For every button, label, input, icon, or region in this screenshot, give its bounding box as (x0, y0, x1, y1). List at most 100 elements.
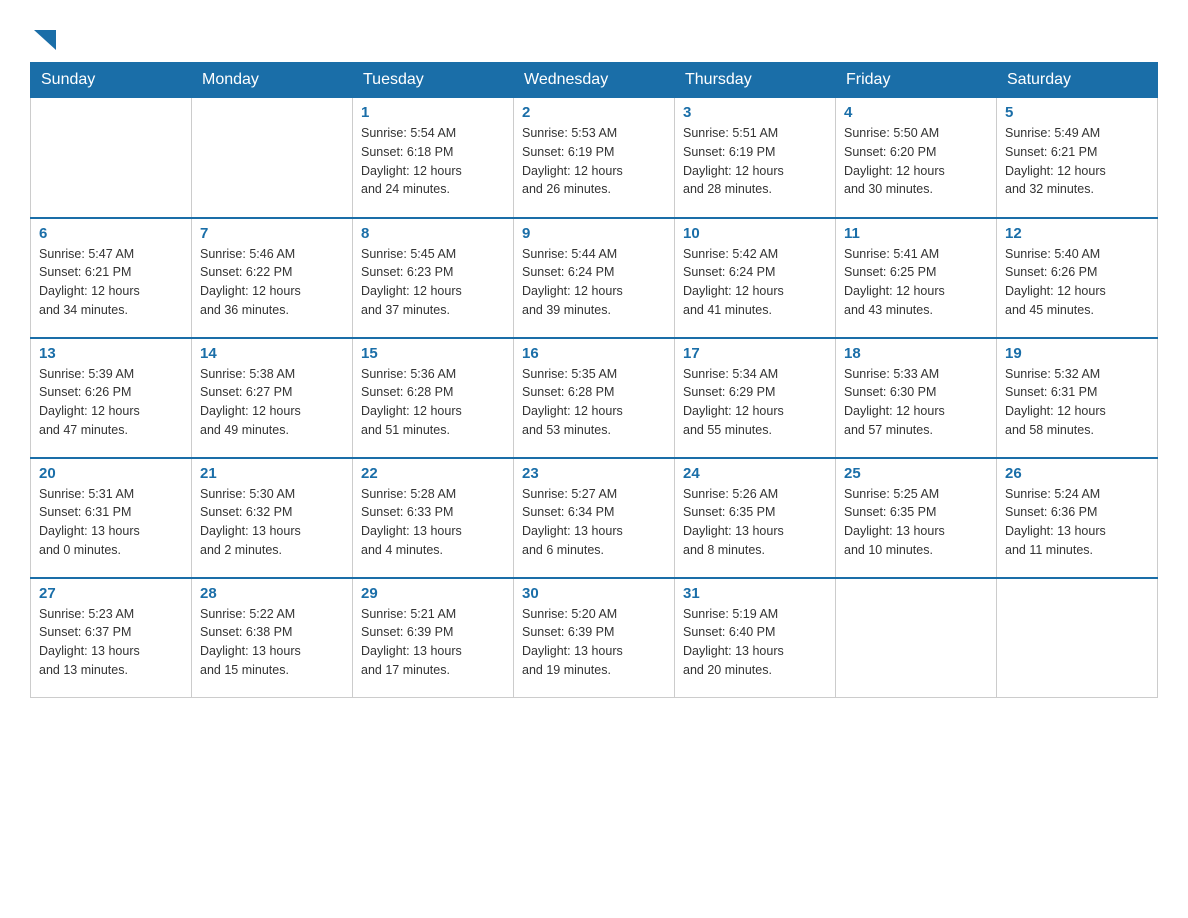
logo (30, 30, 56, 52)
day-info: Sunrise: 5:35 AMSunset: 6:28 PMDaylight:… (522, 365, 666, 440)
day-number: 25 (844, 465, 988, 482)
day-info: Sunrise: 5:21 AMSunset: 6:39 PMDaylight:… (361, 605, 505, 680)
header-tuesday: Tuesday (353, 63, 514, 98)
header-thursday: Thursday (675, 63, 836, 98)
day-number: 14 (200, 345, 344, 362)
calendar-table: SundayMondayTuesdayWednesdayThursdayFrid… (30, 62, 1158, 698)
day-number: 8 (361, 225, 505, 242)
calendar-day-cell: 17Sunrise: 5:34 AMSunset: 6:29 PMDayligh… (675, 338, 836, 458)
logo-blue-part (32, 30, 56, 52)
day-number: 6 (39, 225, 183, 242)
calendar-day-cell: 13 Sunrise: 5:39 AMSunset: 6:26 PMDayligh… (31, 338, 192, 458)
day-number: 30 (522, 585, 666, 602)
day-info: Sunrise: 5:22 AMSunset: 6:38 PMDaylight:… (200, 605, 344, 680)
logo-arrow-icon (34, 30, 56, 50)
day-number: 20 (39, 465, 183, 482)
calendar-day-cell: 14 Sunrise: 5:38 AMSunset: 6:27 PMDayligh… (192, 338, 353, 458)
day-info: Sunrise: 5:42 AMSunset: 6:24 PMDaylight:… (683, 245, 827, 320)
day-info: Sunrise: 5:30 AMSunset: 6:32 PMDaylight:… (200, 485, 344, 560)
header-saturday: Saturday (997, 63, 1158, 98)
calendar-day-cell: 18 Sunrise: 5:33 AMSunset: 6:30 PMDayligh… (836, 338, 997, 458)
calendar-day-cell: 31Sunrise: 5:19 AMSunset: 6:40 PMDayligh… (675, 578, 836, 698)
day-number: 7 (200, 225, 344, 242)
calendar-day-cell (31, 98, 192, 218)
day-info: Sunrise: 5:24 AMSunset: 6:36 PMDaylight:… (1005, 485, 1149, 560)
header-monday: Monday (192, 63, 353, 98)
day-info: Sunrise: 5:40 AMSunset: 6:26 PMDaylight:… (1005, 245, 1149, 320)
calendar-day-cell: 12Sunrise: 5:40 AMSunset: 6:26 PMDayligh… (997, 218, 1158, 338)
calendar-day-cell: 21 Sunrise: 5:30 AMSunset: 6:32 PMDayligh… (192, 458, 353, 578)
calendar-week-row: 6 Sunrise: 5:47 AMSunset: 6:21 PMDaylight… (31, 218, 1158, 338)
day-number: 27 (39, 585, 183, 602)
calendar-day-cell: 28 Sunrise: 5:22 AMSunset: 6:38 PMDayligh… (192, 578, 353, 698)
day-info: Sunrise: 5:32 AMSunset: 6:31 PMDaylight:… (1005, 365, 1149, 440)
calendar-week-row: 1 Sunrise: 5:54 AMSunset: 6:18 PMDaylight… (31, 98, 1158, 218)
day-info: Sunrise: 5:36 AMSunset: 6:28 PMDaylight:… (361, 365, 505, 440)
calendar-day-cell: 9 Sunrise: 5:44 AMSunset: 6:24 PMDaylight… (514, 218, 675, 338)
day-info: Sunrise: 5:38 AMSunset: 6:27 PMDaylight:… (200, 365, 344, 440)
day-info: Sunrise: 5:34 AMSunset: 6:29 PMDaylight:… (683, 365, 827, 440)
day-number: 26 (1005, 465, 1149, 482)
day-info: Sunrise: 5:44 AMSunset: 6:24 PMDaylight:… (522, 245, 666, 320)
calendar-day-cell: 15 Sunrise: 5:36 AMSunset: 6:28 PMDayligh… (353, 338, 514, 458)
day-info: Sunrise: 5:39 AMSunset: 6:26 PMDaylight:… (39, 365, 183, 440)
day-number: 2 (522, 104, 666, 121)
calendar-week-row: 20Sunrise: 5:31 AMSunset: 6:31 PMDayligh… (31, 458, 1158, 578)
day-info: Sunrise: 5:50 AMSunset: 6:20 PMDaylight:… (844, 124, 988, 199)
day-info: Sunrise: 5:28 AMSunset: 6:33 PMDaylight:… (361, 485, 505, 560)
calendar-day-cell: 6 Sunrise: 5:47 AMSunset: 6:21 PMDaylight… (31, 218, 192, 338)
day-info: Sunrise: 5:51 AMSunset: 6:19 PMDaylight:… (683, 124, 827, 199)
calendar-day-cell: 23Sunrise: 5:27 AMSunset: 6:34 PMDayligh… (514, 458, 675, 578)
calendar-day-cell: 27 Sunrise: 5:23 AMSunset: 6:37 PMDayligh… (31, 578, 192, 698)
calendar-day-cell: 24Sunrise: 5:26 AMSunset: 6:35 PMDayligh… (675, 458, 836, 578)
calendar-day-cell: 19 Sunrise: 5:32 AMSunset: 6:31 PMDayligh… (997, 338, 1158, 458)
day-info: Sunrise: 5:26 AMSunset: 6:35 PMDaylight:… (683, 485, 827, 560)
day-number: 16 (522, 345, 666, 362)
day-number: 1 (361, 104, 505, 121)
calendar-day-cell: 2 Sunrise: 5:53 AMSunset: 6:19 PMDaylight… (514, 98, 675, 218)
calendar-day-cell: 30Sunrise: 5:20 AMSunset: 6:39 PMDayligh… (514, 578, 675, 698)
header-wednesday: Wednesday (514, 63, 675, 98)
day-number: 19 (1005, 345, 1149, 362)
day-info: Sunrise: 5:47 AMSunset: 6:21 PMDaylight:… (39, 245, 183, 320)
day-number: 5 (1005, 104, 1149, 121)
day-info: Sunrise: 5:25 AMSunset: 6:35 PMDaylight:… (844, 485, 988, 560)
calendar-day-cell: 8 Sunrise: 5:45 AMSunset: 6:23 PMDaylight… (353, 218, 514, 338)
day-info: Sunrise: 5:46 AMSunset: 6:22 PMDaylight:… (200, 245, 344, 320)
day-info: Sunrise: 5:33 AMSunset: 6:30 PMDaylight:… (844, 365, 988, 440)
day-number: 22 (361, 465, 505, 482)
day-number: 18 (844, 345, 988, 362)
day-number: 28 (200, 585, 344, 602)
day-number: 23 (522, 465, 666, 482)
header (30, 20, 1158, 52)
day-number: 4 (844, 104, 988, 121)
day-info: Sunrise: 5:41 AMSunset: 6:25 PMDaylight:… (844, 245, 988, 320)
calendar-week-row: 13 Sunrise: 5:39 AMSunset: 6:26 PMDayligh… (31, 338, 1158, 458)
calendar-day-cell: 7 Sunrise: 5:46 AMSunset: 6:22 PMDaylight… (192, 218, 353, 338)
day-info: Sunrise: 5:45 AMSunset: 6:23 PMDaylight:… (361, 245, 505, 320)
calendar-day-cell: 1 Sunrise: 5:54 AMSunset: 6:18 PMDaylight… (353, 98, 514, 218)
day-number: 15 (361, 345, 505, 362)
calendar-day-cell (192, 98, 353, 218)
calendar-day-cell: 11Sunrise: 5:41 AMSunset: 6:25 PMDayligh… (836, 218, 997, 338)
day-number: 9 (522, 225, 666, 242)
day-info: Sunrise: 5:49 AMSunset: 6:21 PMDaylight:… (1005, 124, 1149, 199)
day-number: 29 (361, 585, 505, 602)
day-info: Sunrise: 5:23 AMSunset: 6:37 PMDaylight:… (39, 605, 183, 680)
header-friday: Friday (836, 63, 997, 98)
calendar-week-row: 27 Sunrise: 5:23 AMSunset: 6:37 PMDayligh… (31, 578, 1158, 698)
calendar-day-cell: 5 Sunrise: 5:49 AMSunset: 6:21 PMDaylight… (997, 98, 1158, 218)
day-info: Sunrise: 5:19 AMSunset: 6:40 PMDaylight:… (683, 605, 827, 680)
calendar-day-cell: 22 Sunrise: 5:28 AMSunset: 6:33 PMDayligh… (353, 458, 514, 578)
calendar-day-cell: 20Sunrise: 5:31 AMSunset: 6:31 PMDayligh… (31, 458, 192, 578)
day-number: 13 (39, 345, 183, 362)
day-number: 10 (683, 225, 827, 242)
calendar-day-cell: 25 Sunrise: 5:25 AMSunset: 6:35 PMDayligh… (836, 458, 997, 578)
day-info: Sunrise: 5:54 AMSunset: 6:18 PMDaylight:… (361, 124, 505, 199)
calendar-day-cell (836, 578, 997, 698)
calendar-header-row: SundayMondayTuesdayWednesdayThursdayFrid… (31, 63, 1158, 98)
calendar-day-cell: 4 Sunrise: 5:50 AMSunset: 6:20 PMDaylight… (836, 98, 997, 218)
day-info: Sunrise: 5:53 AMSunset: 6:19 PMDaylight:… (522, 124, 666, 199)
calendar-day-cell: 29 Sunrise: 5:21 AMSunset: 6:39 PMDayligh… (353, 578, 514, 698)
day-number: 21 (200, 465, 344, 482)
